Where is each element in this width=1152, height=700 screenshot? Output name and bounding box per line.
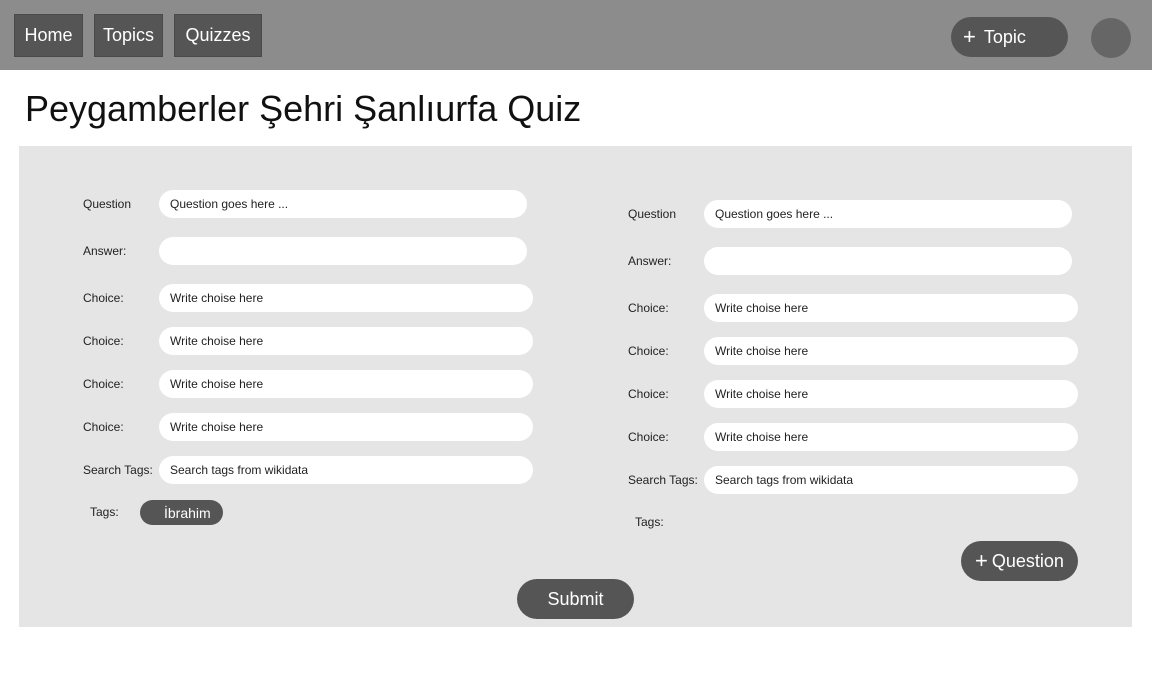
plus-icon: + (963, 24, 976, 49)
add-question-label: Question (991, 550, 1064, 571)
search-tags-label: Search Tags: (83, 463, 153, 477)
top-navigation-bar: Home Topics Quizzes + Topic (0, 0, 1152, 70)
choice-input[interactable] (159, 413, 533, 441)
choice-label: Choice: (83, 420, 124, 434)
nav-topics-button[interactable]: Topics (94, 14, 163, 57)
choice-input[interactable] (704, 380, 1078, 408)
choice-input[interactable] (704, 423, 1078, 451)
add-topic-button[interactable]: + Topic (951, 17, 1068, 57)
choice-label: Choice: (628, 430, 669, 444)
answer-label: Answer: (628, 254, 672, 268)
answer-label: Answer: (83, 244, 127, 258)
nav-quizzes-button[interactable]: Quizzes (174, 14, 262, 57)
tags-label: Tags: (635, 515, 664, 529)
question-input[interactable] (704, 200, 1072, 228)
search-tags-label: Search Tags: (628, 473, 698, 487)
choice-label: Choice: (628, 387, 669, 401)
choice-label: Choice: (83, 291, 124, 305)
search-tags-input[interactable] (159, 456, 533, 484)
answer-input[interactable] (159, 237, 527, 265)
tag-chip-label: İbrahim (164, 504, 211, 521)
plus-icon: + (975, 548, 988, 573)
question-input[interactable] (159, 190, 527, 218)
choice-input[interactable] (159, 327, 533, 355)
avatar[interactable] (1091, 18, 1131, 58)
choice-label: Choice: (83, 334, 124, 348)
choice-input[interactable] (704, 337, 1078, 365)
answer-input[interactable] (704, 247, 1072, 275)
add-question-button[interactable]: + Question (961, 541, 1078, 581)
question-label: Question (628, 207, 677, 221)
question-label: Question (83, 197, 132, 211)
choice-input[interactable] (159, 284, 533, 312)
choice-label: Choice: (83, 377, 124, 391)
tag-chip[interactable]: İbrahim (140, 500, 223, 525)
page-title: Peygamberler Şehri Şanlıurfa Quiz (25, 88, 582, 129)
tags-label: Tags: (90, 505, 119, 519)
search-tags-input[interactable] (704, 466, 1078, 494)
choice-label: Choice: (628, 301, 669, 315)
choice-label: Choice: (628, 344, 669, 358)
submit-button[interactable]: Submit (517, 579, 634, 619)
choice-input[interactable] (704, 294, 1078, 322)
nav-home-button[interactable]: Home (14, 14, 83, 57)
choice-input[interactable] (159, 370, 533, 398)
add-topic-label: Topic (983, 26, 1026, 47)
